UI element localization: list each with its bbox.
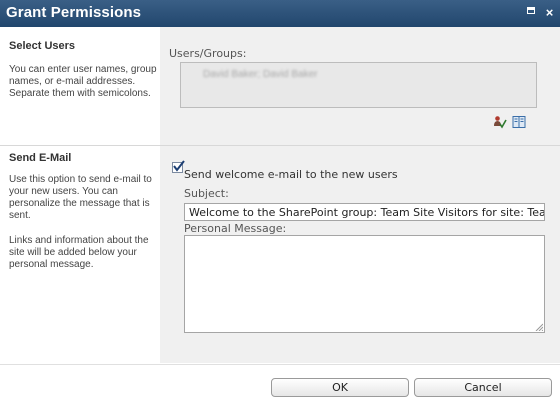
- maximize-icon[interactable]: [524, 6, 537, 19]
- check-names-icon[interactable]: [493, 115, 507, 129]
- select-users-description-panel: Select Users You can enter user names, g…: [0, 27, 160, 145]
- dialog-titlebar: Grant Permissions ×: [0, 0, 560, 27]
- address-book-icon[interactable]: [512, 115, 526, 129]
- send-welcome-checkbox[interactable]: [172, 160, 185, 173]
- select-users-field-panel: Users/Groups: David Baker; David Baker: [160, 27, 560, 145]
- close-icon[interactable]: ×: [543, 6, 556, 19]
- send-email-section: Send E-Mail Use this option to send e-ma…: [0, 146, 560, 363]
- select-users-description: You can enter user names, group names, o…: [9, 64, 157, 99]
- send-welcome-label: Send welcome e-mail to the new users: [184, 168, 398, 181]
- subject-label: Subject:: [184, 187, 229, 200]
- send-email-heading: Send E-Mail: [9, 152, 72, 164]
- send-email-description-panel: Send E-Mail Use this option to send e-ma…: [0, 146, 160, 363]
- personal-message-label: Personal Message:: [184, 222, 287, 235]
- users-groups-value: David Baker; David Baker: [203, 69, 318, 80]
- resize-grip-icon[interactable]: [535, 323, 543, 331]
- send-email-description-2: Links and information about the site wil…: [9, 235, 149, 270]
- select-users-heading: Select Users: [9, 40, 76, 52]
- dialog-title: Grant Permissions: [6, 4, 142, 21]
- subject-input[interactable]: Welcome to the SharePoint group: Team Si…: [184, 203, 545, 221]
- users-groups-input[interactable]: David Baker; David Baker: [180, 62, 537, 108]
- ok-button[interactable]: OK: [271, 378, 409, 397]
- select-users-section: Select Users You can enter user names, g…: [0, 27, 560, 146]
- send-email-field-panel: Send welcome e-mail to the new users Sub…: [160, 146, 560, 363]
- footer-divider: [0, 364, 560, 365]
- cancel-button[interactable]: Cancel: [414, 378, 552, 397]
- users-groups-label: Users/Groups:: [169, 47, 247, 60]
- personal-message-textarea[interactable]: [184, 235, 545, 333]
- send-email-description-1: Use this option to send e-mail to your n…: [9, 174, 152, 221]
